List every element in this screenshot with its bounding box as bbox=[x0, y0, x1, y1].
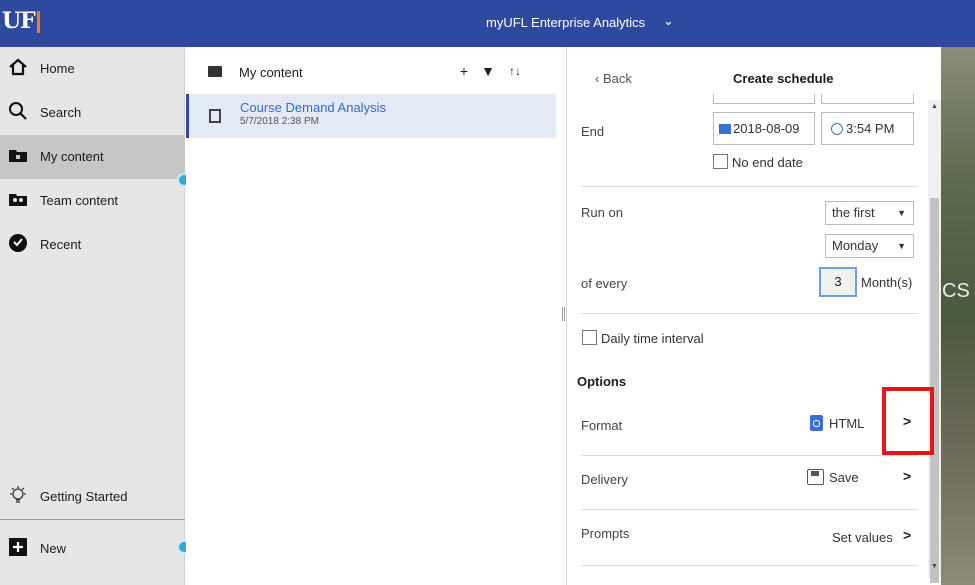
interval-input[interactable]: 3 bbox=[819, 267, 857, 297]
nav-item-my-content[interactable]: My content bbox=[0, 135, 185, 179]
schedule-scrollbar[interactable]: ▲ ▼ bbox=[928, 100, 941, 583]
list-item-title[interactable]: Course Demand Analysis bbox=[240, 100, 386, 115]
calendar-icon bbox=[719, 124, 731, 134]
prompts-label: Prompts bbox=[581, 526, 630, 541]
format-label: Format bbox=[581, 418, 623, 433]
home-icon bbox=[9, 58, 27, 76]
create-schedule-panel: ‹ Back Create schedule End 2018-08-09 3:… bbox=[566, 47, 930, 585]
nav-item-new[interactable]: New bbox=[0, 527, 185, 571]
add-icon[interactable]: + bbox=[453, 60, 475, 82]
section-divider bbox=[581, 186, 918, 187]
team-folder-icon bbox=[9, 194, 27, 206]
delivery-value: Save bbox=[829, 470, 859, 485]
interval-unit: Month(s) bbox=[861, 275, 913, 290]
panel-title: My content bbox=[239, 65, 303, 80]
app-menu-chevron-icon[interactable]: ⌄ bbox=[663, 13, 674, 29]
prompts-chevron-icon[interactable]: > bbox=[903, 527, 911, 543]
clock-icon bbox=[9, 234, 27, 252]
nav-label-home: Home bbox=[40, 61, 75, 76]
nav-item-home[interactable]: Home bbox=[0, 47, 185, 91]
panel-splitter[interactable] bbox=[562, 307, 565, 321]
sort-icon[interactable]: ↑↓ bbox=[504, 60, 526, 82]
uf-logo[interactable]: UF bbox=[2, 8, 36, 34]
highlight-box bbox=[882, 387, 934, 455]
section-divider bbox=[581, 455, 918, 456]
nav-label-search: Search bbox=[40, 105, 82, 120]
background-text: CS bbox=[942, 280, 970, 302]
daily-interval-label: Daily time interval bbox=[601, 331, 704, 346]
folder-icon bbox=[208, 66, 222, 77]
html-file-icon bbox=[810, 415, 823, 431]
delivery-chevron-icon[interactable]: > bbox=[903, 468, 911, 484]
nav-label-team-content: Team content bbox=[40, 193, 119, 208]
end-label: End bbox=[581, 124, 605, 139]
app-title[interactable]: myUFL Enterprise Analytics bbox=[486, 15, 645, 30]
end-date-field[interactable]: 2018-08-09 bbox=[713, 112, 815, 145]
no-end-date-label: No end date bbox=[732, 155, 803, 170]
logo-accent bbox=[37, 11, 40, 33]
dropdown-arrow-icon: ▼ bbox=[897, 241, 906, 251]
list-item-date: 5/7/2018 2:38 PM bbox=[240, 116, 319, 127]
day-value: Monday bbox=[832, 238, 879, 253]
scroll-up-icon[interactable]: ▲ bbox=[931, 103, 938, 110]
delivery-label: Delivery bbox=[581, 472, 628, 487]
dropdown-arrow-icon: ▼ bbox=[897, 208, 906, 218]
clock-icon bbox=[831, 123, 843, 135]
nav-label-recent: Recent bbox=[40, 237, 82, 252]
nav-label-my-content: My content bbox=[40, 149, 104, 164]
top-bar: UF myUFL Enterprise Analytics ⌄ bbox=[0, 0, 975, 47]
folder-icon bbox=[9, 150, 27, 162]
of-every-label: of every bbox=[581, 276, 628, 291]
scroll-down-icon[interactable]: ▼ bbox=[931, 563, 938, 570]
no-end-date-checkbox[interactable] bbox=[713, 154, 728, 169]
options-heading: Options bbox=[577, 374, 627, 389]
back-button[interactable]: ‹ Back bbox=[595, 71, 632, 86]
daily-interval-checkbox[interactable] bbox=[582, 330, 597, 345]
end-date-value: 2018-08-09 bbox=[733, 121, 800, 136]
run-on-select[interactable]: the first ▼ bbox=[825, 201, 914, 225]
lightbulb-icon bbox=[10, 486, 26, 503]
dashboard-icon bbox=[209, 109, 221, 123]
plus-icon bbox=[9, 538, 27, 556]
filter-icon[interactable]: ▼ bbox=[477, 60, 499, 82]
run-on-value: the first bbox=[832, 205, 875, 220]
left-nav: Home Search My content Team content Rece… bbox=[0, 47, 191, 585]
nav-label-getting-started: Getting Started bbox=[40, 489, 128, 504]
list-item[interactable]: Course Demand Analysis 5/7/2018 2:38 PM bbox=[186, 94, 556, 138]
nav-divider bbox=[0, 519, 185, 520]
nav-item-getting-started[interactable]: Getting Started bbox=[0, 475, 185, 519]
back-label: Back bbox=[602, 71, 632, 86]
section-divider bbox=[581, 509, 918, 510]
nav-item-recent[interactable]: Recent bbox=[0, 223, 185, 267]
prompts-value: Set values bbox=[832, 530, 893, 545]
nav-item-search[interactable]: Search bbox=[0, 91, 185, 135]
nav-label-new: New bbox=[40, 541, 67, 556]
day-select[interactable]: Monday ▼ bbox=[825, 234, 914, 258]
background-image bbox=[941, 47, 975, 585]
end-time-field[interactable]: 3:54 PM bbox=[821, 112, 914, 145]
start-time-field[interactable] bbox=[821, 94, 914, 104]
run-on-label: Run on bbox=[581, 205, 623, 220]
end-time-value: 3:54 PM bbox=[846, 121, 895, 136]
section-divider bbox=[581, 313, 918, 314]
start-date-field[interactable] bbox=[713, 94, 815, 104]
content-panel: My content + ▼ ↑↓ Course Demand Analysis… bbox=[186, 47, 563, 585]
save-icon bbox=[807, 469, 824, 485]
section-divider bbox=[581, 565, 918, 566]
panel-title: Create schedule bbox=[733, 71, 834, 86]
search-icon bbox=[9, 102, 27, 120]
nav-item-team-content[interactable]: Team content bbox=[0, 179, 185, 223]
format-value: HTML bbox=[829, 416, 865, 431]
